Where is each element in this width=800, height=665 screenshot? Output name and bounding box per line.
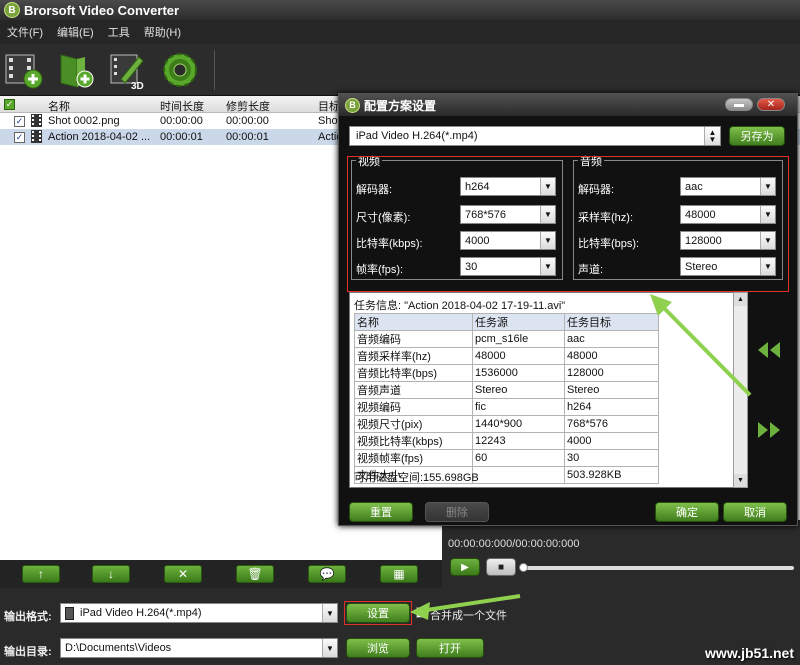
annotation-arrows — [410, 294, 752, 620]
arrow-to-settings-button — [410, 594, 521, 620]
arrow-to-settings-group — [650, 294, 752, 397]
watermark: www.jb51.net — [705, 645, 794, 661]
